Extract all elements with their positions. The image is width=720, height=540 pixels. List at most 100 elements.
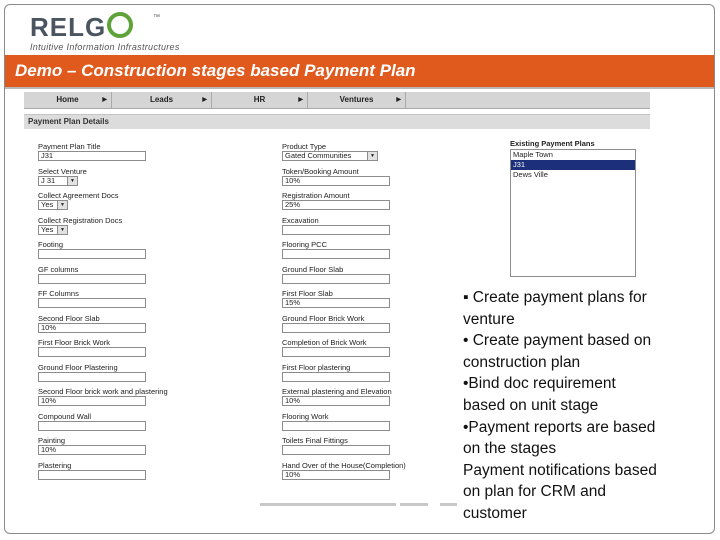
compound-wall-label: Compound Wall: [38, 411, 92, 421]
second-floor-slab-value: 10%: [41, 322, 57, 332]
first-floor-slab-input[interactable]: 15%: [282, 298, 390, 308]
existing-plan-item[interactable]: Maple Town: [511, 150, 635, 160]
product-type-label: Product Type: [282, 142, 327, 151]
flooring-pcc-input[interactable]: [282, 249, 390, 259]
first-floor-slab-value: 15%: [285, 298, 301, 307]
logo-tagline: Intuitive Information Infrastructures: [30, 42, 180, 52]
product-type-value: Gated Communities: [285, 151, 352, 160]
existing-plan-item[interactable]: Dews Ville: [511, 170, 635, 180]
bullet-line: customer: [463, 504, 527, 522]
hand-over-of-the-house-completion-input[interactable]: 10%: [282, 469, 390, 480]
existing-plans-list[interactable]: Maple Town J31 Dews Ville: [510, 149, 636, 277]
token-booking-amount-input[interactable]: 10%: [282, 175, 390, 186]
section-title: Payment Plan Details: [28, 117, 109, 126]
title-bar: Demo – Construction stages based Payment…: [5, 55, 714, 87]
payment-plan-title-label: Payment Plan Title: [38, 142, 101, 151]
nav-hr-label: HR: [253, 95, 266, 104]
plastering-label: Plastering: [38, 460, 72, 470]
ground-floor-slab-input[interactable]: [282, 273, 390, 284]
toilets-final-fittings-label: Toilets Final Fittings: [282, 436, 348, 445]
completion-of-brick-work-label: Completion of Brick Work: [282, 338, 367, 347]
collect-registration-docs-select[interactable]: Yes ▼: [38, 224, 68, 235]
second-floor-brick-work-and-plastering-input[interactable]: 10%: [38, 396, 146, 406]
flooring-work-input[interactable]: [282, 420, 390, 431]
chevron-down-icon: ▼: [57, 225, 67, 234]
payment-plan-title-input[interactable]: J31: [38, 151, 146, 161]
collect-agreement-docs-select[interactable]: Yes ▼: [38, 200, 68, 210]
hand-over-of-the-house-completion-label: Hand Over of the House(Completion): [282, 460, 406, 470]
nav-hr[interactable]: HR ▶: [212, 92, 308, 108]
registration-amount-input[interactable]: 25%: [282, 200, 390, 210]
bullet-line: based on unit stage: [463, 396, 599, 414]
external-plastering-and-elevation-label: External plastering and Elevation: [282, 387, 392, 396]
first-floor-plastering-label: First Floor plastering: [282, 362, 351, 372]
nav-leads[interactable]: Leads ▶: [112, 92, 212, 108]
nav-home[interactable]: Home ▶: [24, 92, 112, 108]
product-type-select[interactable]: Gated Communities ▼: [282, 151, 378, 161]
select-venture-value: J 31: [41, 175, 56, 185]
bullet-line: on plan for CRM and: [463, 483, 607, 501]
logo-trademark: ™: [153, 14, 160, 21]
chevron-down-icon: ▼: [67, 176, 77, 185]
external-plastering-and-elevation-value: 10%: [285, 396, 301, 405]
collect-agreement-docs-label: Collect Agreement Docs: [38, 191, 119, 200]
first-floor-brick-work-label: First Floor Brick Work: [38, 338, 110, 347]
ground-floor-brick-work-input[interactable]: [282, 322, 390, 333]
chevron-down-icon: ▼: [367, 152, 377, 160]
excavation-input[interactable]: [282, 224, 390, 235]
toilets-final-fittings-input[interactable]: [282, 445, 390, 455]
section-header: Payment Plan Details: [24, 114, 650, 129]
painting-input[interactable]: 10%: [38, 445, 146, 455]
footing-input[interactable]: [38, 249, 146, 259]
title-bar-underline: [5, 87, 714, 89]
second-floor-slab-input[interactable]: 10%: [38, 322, 146, 333]
scrollbar-track[interactable]: [260, 503, 396, 506]
select-venture-label: Select Venture: [38, 166, 87, 176]
compound-wall-input[interactable]: [38, 420, 146, 431]
existing-plans-label: Existing Payment Plans: [510, 139, 595, 148]
nav-ventures[interactable]: Ventures ▶: [308, 92, 406, 108]
first-floor-plastering-input[interactable]: [282, 371, 390, 382]
existing-plan-item[interactable]: J31: [511, 160, 635, 170]
bullet-line: Payment notifications based: [463, 461, 657, 479]
ground-floor-plastering-input[interactable]: [38, 371, 146, 382]
top-nav: Home ▶ Leads ▶ HR ▶ Ventures ▶: [24, 92, 650, 109]
excavation-label: Excavation: [282, 215, 319, 225]
logo-wordmark: RELG: [30, 12, 107, 42]
relgo-logo: RELG ™: [30, 12, 160, 42]
token-booking-amount-label: Token/Booking Amount: [282, 166, 359, 176]
painting-label: Painting: [38, 436, 66, 445]
chevron-right-icon: ▶: [298, 97, 303, 103]
scrollbar-track[interactable]: [400, 503, 428, 506]
painting-value: 10%: [41, 445, 57, 454]
chevron-right-icon: ▶: [396, 97, 401, 103]
flooring-pcc-label: Flooring PCC: [282, 240, 328, 249]
gf-columns-label: GF columns: [38, 264, 79, 274]
chevron-right-icon: ▶: [202, 97, 207, 103]
bullet-line: venture: [463, 310, 515, 328]
slide-title: Demo – Construction stages based Payment…: [15, 61, 416, 80]
feature-bullets: ▪ Create payment plans for venture • Creat…: [457, 284, 707, 525]
nav-home-label: Home: [56, 95, 79, 104]
bullet-line: • Create payment based on: [463, 332, 652, 350]
bullet-line: •Payment reports are based: [463, 418, 656, 436]
registration-amount-label: Registration Amount: [282, 191, 350, 200]
gf-columns-input[interactable]: [38, 273, 146, 284]
plastering-input[interactable]: [38, 469, 146, 480]
external-plastering-and-elevation-input[interactable]: 10%: [282, 396, 390, 406]
second-floor-brick-work-and-plastering-label: Second Floor brick work and plastering: [38, 387, 168, 396]
nav-ventures-label: Ventures: [339, 95, 374, 104]
select-venture-select[interactable]: J 31 ▼: [38, 175, 78, 186]
ff-columns-input[interactable]: [38, 298, 146, 308]
chevron-right-icon: ▶: [102, 97, 107, 103]
ground-floor-plastering-label: Ground Floor Plastering: [38, 362, 118, 372]
second-floor-brick-work-and-plastering-value: 10%: [41, 396, 57, 405]
bullet-line: construction plan: [463, 353, 581, 371]
ff-columns-label: FF Columns: [38, 289, 79, 298]
ground-floor-brick-work-label: Ground Floor Brick Work: [282, 313, 365, 323]
token-booking-amount-value: 10%: [285, 175, 301, 185]
completion-of-brick-work-input[interactable]: [282, 347, 390, 357]
nav-leads-label: Leads: [149, 95, 174, 104]
collect-registration-docs-label: Collect Registration Docs: [38, 215, 123, 225]
first-floor-brick-work-input[interactable]: [38, 347, 146, 357]
